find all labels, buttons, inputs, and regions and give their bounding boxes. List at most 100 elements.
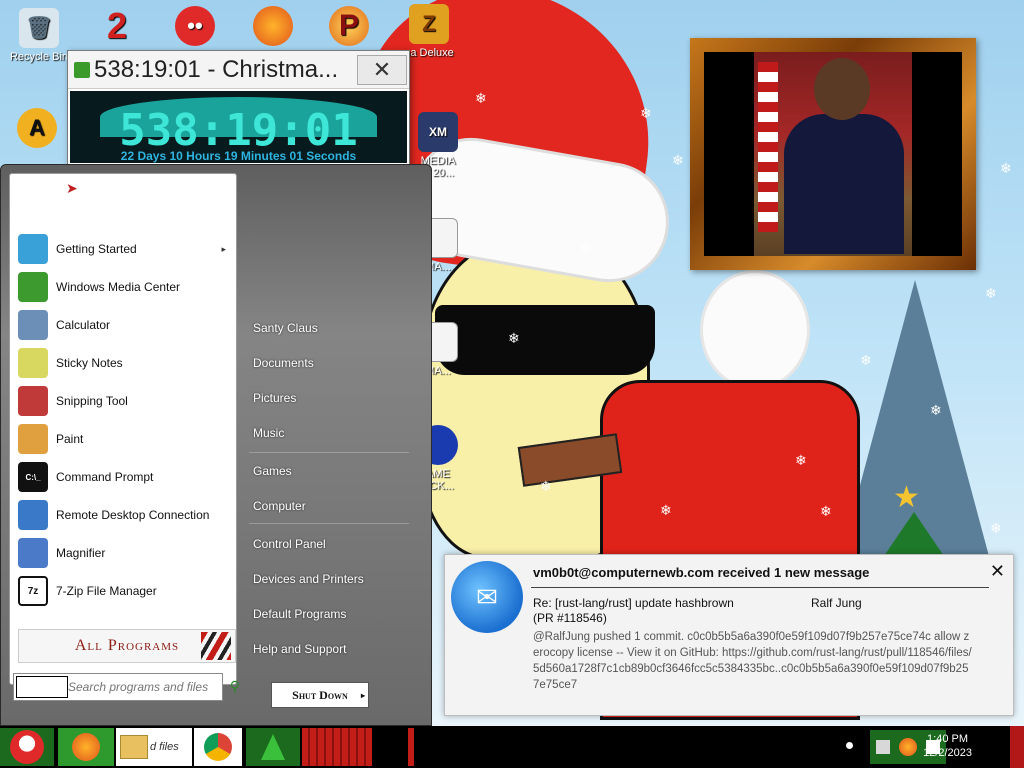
clock-time: 1:40 PM [927, 733, 969, 745]
recycle-bin-icon: 🗑 [19, 8, 59, 48]
notification-close-button[interactable]: ✕ [990, 561, 1005, 582]
hat-pompom-art [700, 270, 810, 390]
start-menu-item-label: Magnifier [56, 546, 106, 560]
tray-printer-icon[interactable] [876, 740, 891, 754]
start-menu-item-label: Calculator [56, 318, 111, 332]
start-menu-item[interactable]: C:\_ Command Prompt [18, 460, 230, 494]
taskbar-window-button[interactable] [302, 728, 372, 766]
desktop-icon-recycle-bin[interactable]: 🗑 Recycle Bin [2, 8, 76, 63]
sticky-notes-icon [18, 348, 48, 378]
countdown-app-icon [74, 61, 90, 78]
calculator-icon [18, 310, 48, 340]
portrait-photo [754, 52, 912, 256]
start-menu-item[interactable]: Snipping Tool [18, 384, 230, 418]
desktop-icon-red-creature[interactable]: •• [158, 6, 232, 49]
taskbar-window-button[interactable] [408, 728, 414, 766]
start-menu-item[interactable]: Magnifier [18, 536, 230, 570]
tray-clock[interactable]: 1:40 PM 12/2/2023 [923, 732, 972, 760]
submenu-arrow-icon[interactable]: ▸ [221, 244, 226, 255]
sunglasses-art [435, 305, 655, 375]
folder-icon [120, 735, 148, 759]
right-pane-separator [249, 452, 409, 453]
start-menu-item[interactable]: Calculator [18, 308, 230, 342]
suit-shape [784, 114, 904, 254]
start-menu-link[interactable]: Music [253, 426, 284, 440]
start-menu-link[interactable]: Devices and Printers [253, 572, 364, 586]
mouse-cursor-icon: ➤ [66, 180, 78, 196]
all-programs-label: All Programs [74, 637, 180, 654]
email-notification[interactable]: ✉ vm0b0t@computernewb.com received 1 new… [444, 554, 1014, 716]
snowflake-icon: ❄ [540, 478, 552, 494]
search-input[interactable] [68, 680, 208, 694]
start-button[interactable] [0, 728, 54, 766]
start-menu-link[interactable]: Help and Support [253, 642, 346, 656]
notification-header: vm0b0t@computernewb.com received 1 new m… [533, 565, 870, 580]
show-desktop-button[interactable] [1010, 726, 1024, 768]
start-menu-item[interactable]: Remote Desktop Connection [18, 498, 230, 532]
windows-media-center-icon [18, 272, 48, 302]
snowflake-icon: ❄ [985, 285, 997, 301]
shutdown-options-arrow-icon[interactable]: ▸ [361, 691, 365, 700]
start-menu-item-label: Getting Started [56, 242, 137, 256]
start-search-box[interactable]: ⚲ [13, 673, 240, 701]
start-menu-link[interactable]: Control Panel [253, 537, 326, 551]
start-menu-item-label: Remote Desktop Connection [56, 508, 210, 522]
desktop-icon-game-2[interactable]: 2 [80, 5, 154, 49]
start-menu-link[interactable]: Default Programs [253, 607, 346, 621]
tray-dot-icon [846, 742, 853, 749]
countdown-close-button[interactable]: ✕ [357, 55, 407, 85]
start-menu-item-label: Snipping Tool [56, 394, 128, 408]
start-menu-item[interactable]: Windows Media Center [18, 270, 230, 304]
tray-firefox-icon[interactable] [898, 738, 917, 756]
all-programs-button[interactable]: All Programs [18, 629, 236, 663]
snowflake-icon: ❄ [672, 152, 684, 168]
head-shape [814, 58, 870, 120]
start-menu-link[interactable]: Computer [253, 499, 306, 513]
snowflake-icon: ❄ [860, 352, 872, 368]
start-menu-link[interactable]: Documents [253, 356, 314, 370]
snowflake-icon: ❄ [580, 240, 592, 256]
firefox-icon [253, 6, 293, 46]
start-menu-link[interactable]: Pictures [253, 391, 296, 405]
clock-date: 12/2/2023 [923, 747, 972, 759]
search-icon[interactable]: ⚲ [230, 678, 240, 695]
snowflake-icon: ❄ [930, 402, 942, 418]
start-menu-item[interactable]: Getting Started ▸ [18, 232, 230, 266]
desktop-icon-firefox[interactable] [236, 6, 310, 49]
command-prompt-icon: C:\_ [18, 462, 48, 492]
paint-icon [18, 424, 48, 454]
taskbar-chrome[interactable] [194, 728, 242, 766]
christmas-countdown-window[interactable]: 538:19:01 - Christma... ✕ 538:19:01 22 D… [67, 50, 410, 166]
taskbar-firefox[interactable] [58, 728, 114, 766]
tree-icon [261, 734, 285, 760]
snowflake-icon: ❄ [508, 330, 520, 346]
start-menu-item-label: Command Prompt [56, 470, 154, 484]
search-text-cursor [16, 676, 68, 698]
desktop-icon-launcher[interactable]: A [0, 108, 74, 151]
santa-start-icon [10, 730, 44, 764]
red-creature-icon: •• [175, 6, 215, 46]
taskbar-explorer[interactable]: d files [116, 728, 192, 766]
remote-desktop-icon [18, 500, 48, 530]
start-menu-link[interactable]: Games [253, 464, 292, 478]
chrome-icon [204, 733, 232, 761]
start-menu-item[interactable]: Paint [18, 422, 230, 456]
snowflake-icon: ❄ [640, 105, 652, 121]
snowflake-icon: ❄ [795, 452, 807, 468]
start-menu-link[interactable]: Santy Claus [253, 321, 318, 335]
taskbar-tree-app[interactable] [246, 728, 300, 766]
start-menu-item[interactable]: 7z 7-Zip File Manager [18, 574, 230, 608]
magnifier-icon [18, 538, 48, 568]
desktop-icon-p-game[interactable]: P [312, 6, 386, 49]
snowflake-icon: ❄ [990, 520, 1002, 536]
notification-sender: Ralf Jung [811, 596, 862, 610]
xm-player-icon: XM [418, 112, 458, 152]
start-menu-item[interactable]: Sticky Notes [18, 346, 230, 380]
shutdown-button[interactable]: Shut Down ▸ [271, 682, 369, 708]
countdown-window-title: 538:19:01 - Christma... [94, 55, 339, 83]
close-icon: ✕ [989, 561, 1005, 581]
countdown-detail: 22 Days 10 Hours 19 Minutes 01 Seconds [120, 149, 357, 163]
snipping-tool-icon [18, 386, 48, 416]
start-menu-item-label: 7-Zip File Manager [56, 584, 157, 598]
taskbar: d files 1:40 PM 12/2/2023 [0, 726, 1024, 768]
